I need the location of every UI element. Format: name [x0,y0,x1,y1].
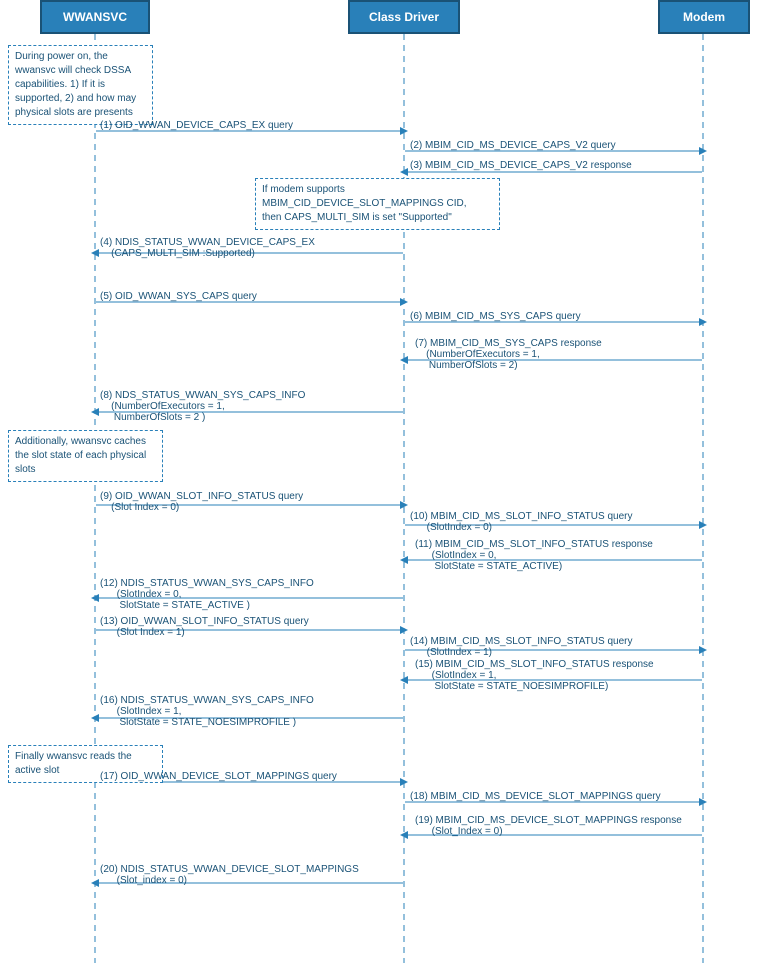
label-arr10: (10) MBIM_CID_MS_SLOT_INFO_STATUS query … [410,511,632,533]
sequence-diagram: WWANSVC Class Driver Modem [0,0,778,963]
label-arr17: (17) OID_WWAN_DEVICE_SLOT_MAPPINGS query [100,771,337,782]
label-arr20: (20) NDIS_STATUS_WWAN_DEVICE_SLOT_MAPPIN… [100,864,359,886]
label-arr8: (8) NDS_STATUS_WWAN_SYS_CAPS_INFO (Numbe… [100,390,305,423]
label-arr6: (6) MBIM_CID_MS_SYS_CAPS query [410,311,581,322]
label-arr5: (5) OID_WWAN_SYS_CAPS query [100,291,257,302]
note-slot-cache: Additionally, wwansvc caches the slot st… [8,430,163,482]
label-arr11: (11) MBIM_CID_MS_SLOT_INFO_STATUS respon… [415,539,653,572]
header-modem: Modem [658,0,750,34]
label-arr12: (12) NDIS_STATUS_WWAN_SYS_CAPS_INFO (Slo… [100,578,314,611]
note-power-on: During power on, the wwansvc will check … [8,45,153,125]
label-arr18: (18) MBIM_CID_MS_DEVICE_SLOT_MAPPINGS qu… [410,791,661,802]
label-arr2: (2) MBIM_CID_MS_DEVICE_CAPS_V2 query [410,140,616,151]
label-arr19: (19) MBIM_CID_MS_DEVICE_SLOT_MAPPINGS re… [415,815,682,837]
label-arr14: (14) MBIM_CID_MS_SLOT_INFO_STATUS query … [410,636,632,658]
label-arr4: (4) NDIS_STATUS_WWAN_DEVICE_CAPS_EX (CAP… [100,237,315,259]
label-arr13: (13) OID_WWAN_SLOT_INFO_STATUS query (Sl… [100,616,309,638]
label-arr16: (16) NDIS_STATUS_WWAN_SYS_CAPS_INFO (Slo… [100,695,314,728]
header-classdriver: Class Driver [348,0,460,34]
label-arr15: (15) MBIM_CID_MS_SLOT_INFO_STATUS respon… [415,659,654,692]
label-arr7: (7) MBIM_CID_MS_SYS_CAPS response (Numbe… [415,338,602,371]
header-wwansvc: WWANSVC [40,0,150,34]
label-arr9: (9) OID_WWAN_SLOT_INFO_STATUS query (Slo… [100,491,303,513]
note-caps-multi-sim: If modem supports MBIM_CID_DEVICE_SLOT_M… [255,178,500,230]
label-arr3: (3) MBIM_CID_MS_DEVICE_CAPS_V2 response [410,160,632,171]
label-arr1: (1) OID_WWAN_DEVICE_CAPS_EX query [100,120,293,131]
